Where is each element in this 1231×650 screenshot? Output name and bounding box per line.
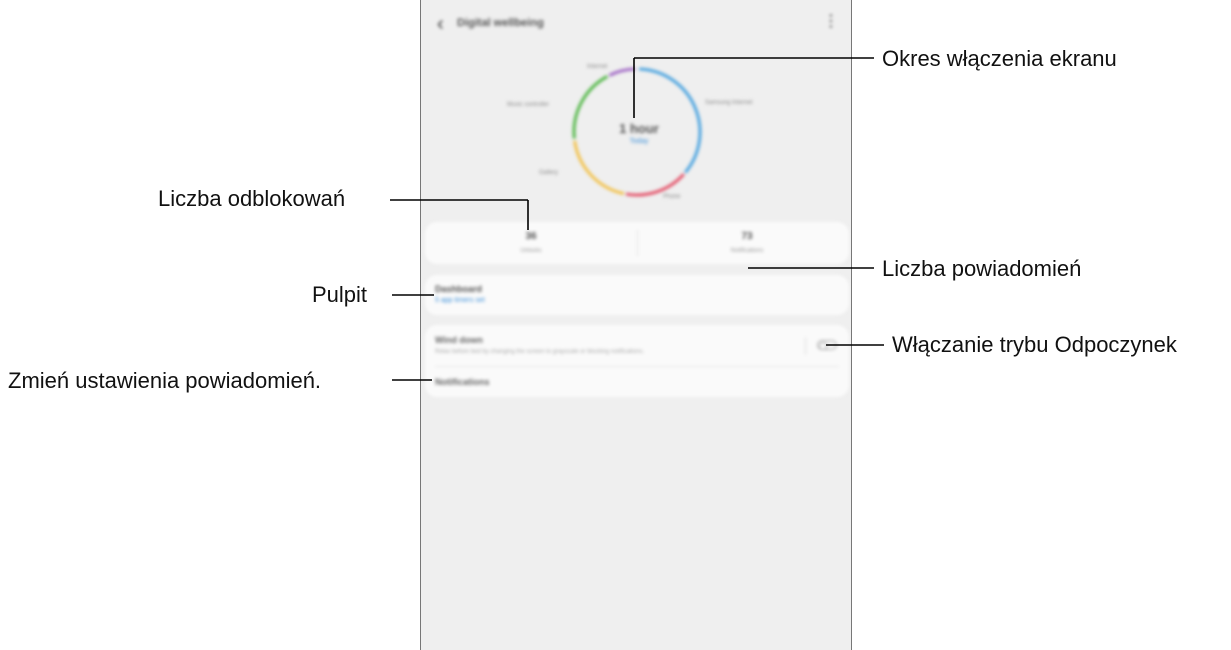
callout-wind-down: Włączanie trybu Odpoczynek [892, 332, 1177, 357]
usage-ring[interactable] [421, 0, 852, 220]
wind-down-description: Relax before bed by changing the screen … [435, 349, 645, 355]
category-label: Samsung Internet [705, 100, 753, 106]
ring-arc-purple [608, 67, 635, 77]
dashboard-subtitle: 5 app timers set [435, 297, 485, 304]
ring-arc-red [625, 173, 685, 197]
notifications-value[interactable]: 73 [727, 231, 767, 242]
phone-screen: ‹ Digital wellbeing ⋮ Internet Samsung I… [420, 0, 852, 650]
total-screen-time: 1 hour [619, 121, 659, 136]
unlocks-label: Unlocks [520, 248, 542, 254]
callout-dashboard: Pulpit [312, 282, 368, 307]
stats-card: 36 Unlocks 73 Notifications [425, 222, 849, 264]
wind-down-toggle[interactable] [817, 340, 837, 350]
toggle-knob [819, 342, 827, 350]
unlocks-value[interactable]: 36 [511, 231, 551, 242]
toggle-separator [805, 337, 806, 355]
wind-down-title[interactable]: Wind down [435, 335, 483, 345]
stats-divider [637, 230, 638, 256]
settings-divider [435, 366, 839, 367]
callout-screen-time: Okres włączenia ekranu [882, 46, 1117, 71]
callout-unlocks: Liczba odblokowań [158, 186, 346, 211]
category-label: Gallery [539, 170, 559, 176]
ring-arc-green [572, 75, 609, 139]
category-label: Music controller [507, 102, 550, 108]
dashboard-card[interactable]: Dashboard 5 app timers set [425, 275, 849, 315]
notifications-settings-item[interactable]: Notifications [435, 377, 490, 387]
period-label[interactable]: Today [609, 138, 669, 145]
notifications-count-label: Notifications [730, 248, 764, 254]
ring-arc-yellow [573, 140, 625, 196]
callout-notification-settings: Zmień ustawienia powiadomień. [8, 368, 322, 393]
category-label: Internet [587, 64, 608, 70]
settings-card: Wind down Relax before bed by changing t… [425, 325, 849, 397]
category-label: Phone [663, 194, 681, 200]
screen-content: ‹ Digital wellbeing ⋮ Internet Samsung I… [421, 0, 852, 650]
callout-notifications: Liczba powiadomień [882, 256, 1082, 281]
dashboard-title: Dashboard [435, 284, 483, 294]
